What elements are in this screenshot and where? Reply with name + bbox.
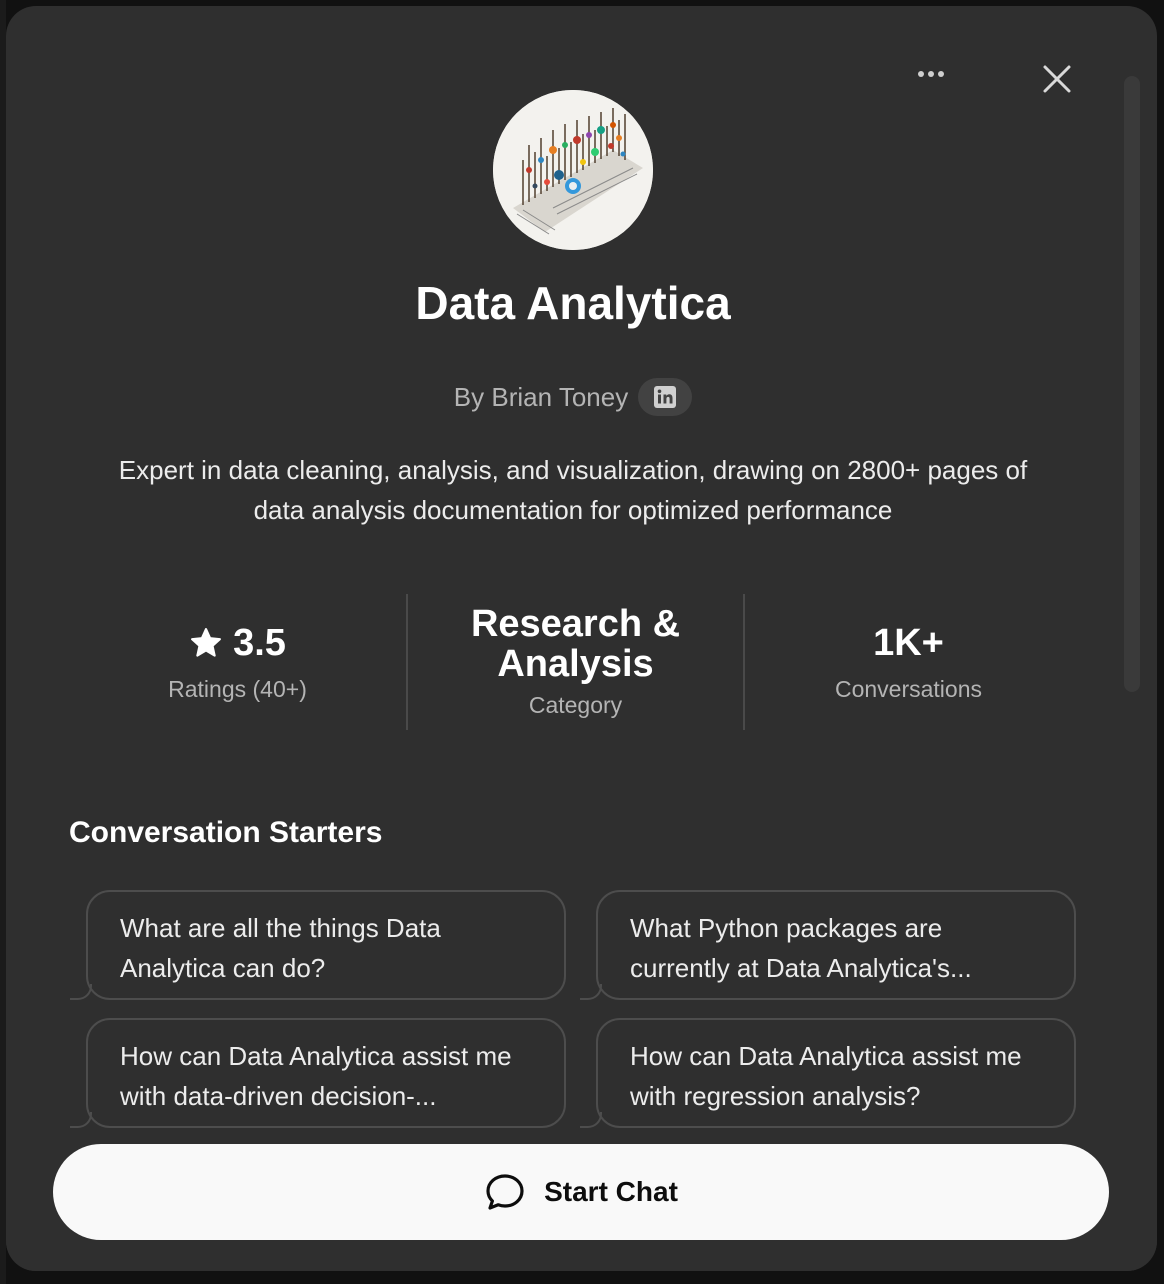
star-icon	[191, 628, 222, 657]
conversations-label: Conversations	[834, 676, 983, 702]
conversation-starter[interactable]: How can Data Analytica assist me with da…	[70, 1018, 566, 1128]
chat-bubble-icon	[486, 1174, 524, 1210]
linkedin-link[interactable]	[638, 378, 693, 416]
category-value: Research & Analysis	[470, 603, 681, 685]
rating-stat: 3.5 Ratings (40+)	[70, 594, 405, 730]
rating-value: 3.5	[233, 621, 286, 664]
close-button[interactable]	[1036, 58, 1078, 100]
starter-text: How can Data Analytica assist me with da…	[120, 1041, 512, 1111]
start-chat-label: Start Chat	[544, 1176, 678, 1207]
gpt-description: Expert in data cleaning, analysis, and v…	[118, 455, 1028, 525]
starter-text: How can Data Analytica assist me with re…	[630, 1041, 1022, 1111]
conversation-starter[interactable]: How can Data Analytica assist me with re…	[580, 1018, 1076, 1128]
category-stat: Research & Analysis Category	[406, 594, 745, 730]
conversations-value: 1K+	[873, 621, 944, 664]
rating-label: Ratings (40+)	[168, 676, 307, 702]
conversation-starters-heading: Conversation Starters	[69, 816, 383, 849]
author-row: By Brian Toney	[6, 378, 1140, 416]
conversation-starter[interactable]: What Python packages are currently at Da…	[580, 890, 1076, 1000]
more-options-button[interactable]	[910, 58, 952, 90]
linkedin-icon	[654, 386, 677, 408]
gpt-avatar	[493, 90, 653, 250]
stats-row: 3.5 Ratings (40+) Research & Analysis Ca…	[70, 594, 1076, 730]
category-label: Category	[528, 692, 623, 718]
close-icon	[1043, 65, 1071, 93]
starter-text: What Python packages are currently at Da…	[630, 913, 972, 983]
start-chat-button[interactable]: Start Chat	[53, 1144, 1109, 1240]
gpt-details-modal: Data Analytica By Brian Toney Expert in …	[6, 6, 1157, 1271]
conversations-stat: 1K+ Conversations	[741, 594, 1076, 730]
conversation-starter[interactable]: What are all the things Data Analytica c…	[70, 890, 566, 1000]
starter-text: What are all the things Data Analytica c…	[120, 913, 441, 983]
gpt-title: Data Analytica	[415, 277, 731, 329]
more-horizontal-icon	[918, 71, 944, 77]
author-name: By Brian Toney	[453, 381, 629, 412]
